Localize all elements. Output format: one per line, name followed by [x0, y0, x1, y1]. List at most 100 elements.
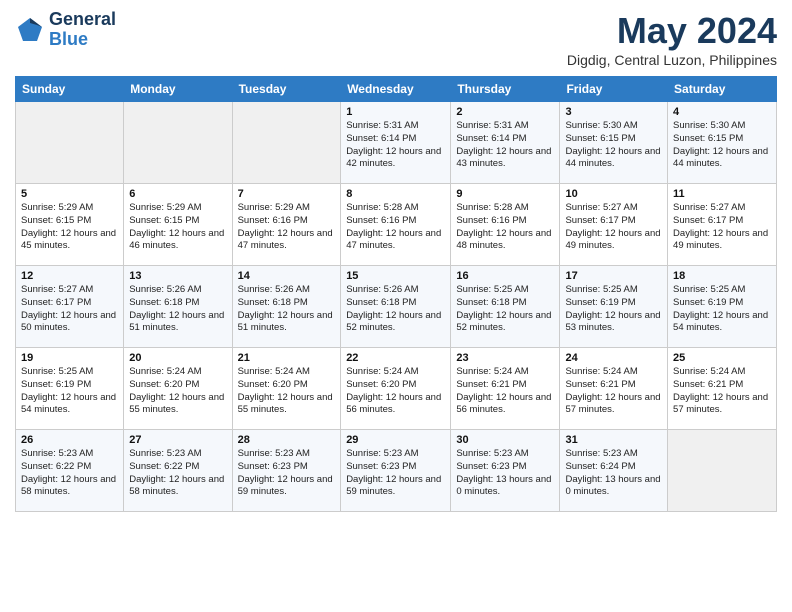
- day-number: 10: [565, 188, 662, 200]
- day-cell: 12 Sunrise: 5:27 AM Sunset: 6:17 PM Dayli…: [16, 266, 124, 348]
- day-header-row: SundayMondayTuesdayWednesdayThursdayFrid…: [16, 77, 777, 102]
- day-cell: 11Sunrise: 5:27 AM Sunset: 6:17 PM Dayli…: [668, 184, 777, 266]
- col-header-monday: Monday: [124, 77, 232, 102]
- day-number: 21: [238, 352, 336, 364]
- col-header-tuesday: Tuesday: [232, 77, 341, 102]
- day-number: 30: [456, 434, 554, 446]
- day-number: 3: [565, 106, 662, 118]
- day-cell: 16 Sunrise: 5:25 AM Sunset: 6:18 PM Dayli…: [451, 266, 560, 348]
- day-number: 6: [129, 188, 226, 200]
- day-info: Sunrise: 5:27 AM Sunset: 6:17 PM Dayligh…: [21, 284, 118, 335]
- day-info: Sunrise: 5:29 AM Sunset: 6:15 PM Dayligh…: [21, 202, 118, 253]
- col-header-wednesday: Wednesday: [341, 77, 451, 102]
- week-row-3: 12 Sunrise: 5:27 AM Sunset: 6:17 PM Dayli…: [16, 266, 777, 348]
- day-info: Sunrise: 5:29 AM Sunset: 6:15 PM Dayligh…: [129, 202, 226, 253]
- day-cell: 6 Sunrise: 5:29 AM Sunset: 6:15 PM Daylig…: [124, 184, 232, 266]
- day-info: Sunrise: 5:24 AM Sunset: 6:21 PM Dayligh…: [565, 366, 662, 417]
- day-number: 13: [129, 270, 226, 282]
- day-info: Sunrise: 5:25 AM Sunset: 6:18 PM Dayligh…: [456, 284, 554, 335]
- day-number: 14: [238, 270, 336, 282]
- day-info: Sunrise: 5:25 AM Sunset: 6:19 PM Dayligh…: [673, 284, 771, 335]
- title-block: May 2024 Digdig, Central Luzon, Philippi…: [567, 10, 777, 68]
- calendar-table: SundayMondayTuesdayWednesdayThursdayFrid…: [15, 76, 777, 512]
- day-cell: 28 Sunrise: 5:23 AM Sunset: 6:23 PM Dayli…: [232, 430, 341, 512]
- col-header-friday: Friday: [560, 77, 668, 102]
- day-info: Sunrise: 5:25 AM Sunset: 6:19 PM Dayligh…: [21, 366, 118, 417]
- day-number: 27: [129, 434, 226, 446]
- day-info: Sunrise: 5:23 AM Sunset: 6:24 PM Dayligh…: [565, 448, 662, 499]
- day-number: 16: [456, 270, 554, 282]
- day-info: Sunrise: 5:30 AM Sunset: 6:15 PM Dayligh…: [673, 120, 771, 171]
- day-info: Sunrise: 5:29 AM Sunset: 6:16 PM Dayligh…: [238, 202, 336, 253]
- main-title: May 2024: [567, 10, 777, 52]
- day-cell: 19Sunrise: 5:25 AM Sunset: 6:19 PM Dayli…: [16, 348, 124, 430]
- day-cell: 29 Sunrise: 5:23 AM Sunset: 6:23 PM Dayli…: [341, 430, 451, 512]
- day-info: Sunrise: 5:24 AM Sunset: 6:20 PM Dayligh…: [346, 366, 445, 417]
- day-cell: 15 Sunrise: 5:26 AM Sunset: 6:18 PM Dayli…: [341, 266, 451, 348]
- day-info: Sunrise: 5:24 AM Sunset: 6:21 PM Dayligh…: [456, 366, 554, 417]
- logo-blue-text: Blue: [49, 30, 116, 50]
- day-cell: [668, 430, 777, 512]
- day-cell: 20Sunrise: 5:24 AM Sunset: 6:20 PM Dayli…: [124, 348, 232, 430]
- day-number: 9: [456, 188, 554, 200]
- day-number: 22: [346, 352, 445, 364]
- day-info: Sunrise: 5:23 AM Sunset: 6:23 PM Dayligh…: [346, 448, 445, 499]
- day-number: 25: [673, 352, 771, 364]
- day-cell: 8Sunrise: 5:28 AM Sunset: 6:16 PM Daylig…: [341, 184, 451, 266]
- day-info: Sunrise: 5:23 AM Sunset: 6:23 PM Dayligh…: [456, 448, 554, 499]
- day-cell: 18 Sunrise: 5:25 AM Sunset: 6:19 PM Dayli…: [668, 266, 777, 348]
- page: General Blue May 2024 Digdig, Central Lu…: [0, 0, 792, 612]
- day-number: 24: [565, 352, 662, 364]
- day-info: Sunrise: 5:23 AM Sunset: 6:22 PM Dayligh…: [21, 448, 118, 499]
- logo-icon: [15, 15, 45, 45]
- day-cell: 13Sunrise: 5:26 AM Sunset: 6:18 PM Dayli…: [124, 266, 232, 348]
- day-number: 2: [456, 106, 554, 118]
- day-cell: 21 Sunrise: 5:24 AM Sunset: 6:20 PM Dayli…: [232, 348, 341, 430]
- col-header-saturday: Saturday: [668, 77, 777, 102]
- day-cell: 7 Sunrise: 5:29 AM Sunset: 6:16 PM Daylig…: [232, 184, 341, 266]
- day-cell: 10 Sunrise: 5:27 AM Sunset: 6:17 PM Dayli…: [560, 184, 668, 266]
- day-cell: 25Sunrise: 5:24 AM Sunset: 6:21 PM Dayli…: [668, 348, 777, 430]
- day-number: 4: [673, 106, 771, 118]
- day-number: 28: [238, 434, 336, 446]
- day-cell: 5 Sunrise: 5:29 AM Sunset: 6:15 PM Daylig…: [16, 184, 124, 266]
- day-number: 5: [21, 188, 118, 200]
- day-number: 20: [129, 352, 226, 364]
- col-header-thursday: Thursday: [451, 77, 560, 102]
- day-number: 11: [673, 188, 771, 200]
- logo-general-text: General: [49, 10, 116, 30]
- day-number: 26: [21, 434, 118, 446]
- day-number: 29: [346, 434, 445, 446]
- day-info: Sunrise: 5:24 AM Sunset: 6:20 PM Dayligh…: [238, 366, 336, 417]
- day-number: 12: [21, 270, 118, 282]
- day-cell: 2 Sunrise: 5:31 AM Sunset: 6:14 PM Daylig…: [451, 102, 560, 184]
- day-info: Sunrise: 5:27 AM Sunset: 6:17 PM Dayligh…: [565, 202, 662, 253]
- day-cell: 17Sunrise: 5:25 AM Sunset: 6:19 PM Dayli…: [560, 266, 668, 348]
- day-info: Sunrise: 5:23 AM Sunset: 6:23 PM Dayligh…: [238, 448, 336, 499]
- day-cell: 9Sunrise: 5:28 AM Sunset: 6:16 PM Daylig…: [451, 184, 560, 266]
- day-number: 18: [673, 270, 771, 282]
- day-number: 15: [346, 270, 445, 282]
- day-number: 23: [456, 352, 554, 364]
- day-number: 1: [346, 106, 445, 118]
- day-number: 8: [346, 188, 445, 200]
- day-info: Sunrise: 5:26 AM Sunset: 6:18 PM Dayligh…: [346, 284, 445, 335]
- day-cell: 1Sunrise: 5:31 AM Sunset: 6:14 PM Daylig…: [341, 102, 451, 184]
- day-cell: [16, 102, 124, 184]
- day-info: Sunrise: 5:26 AM Sunset: 6:18 PM Dayligh…: [238, 284, 336, 335]
- week-row-4: 19Sunrise: 5:25 AM Sunset: 6:19 PM Dayli…: [16, 348, 777, 430]
- week-row-2: 5 Sunrise: 5:29 AM Sunset: 6:15 PM Daylig…: [16, 184, 777, 266]
- day-cell: [232, 102, 341, 184]
- week-row-5: 26 Sunrise: 5:23 AM Sunset: 6:22 PM Dayli…: [16, 430, 777, 512]
- day-info: Sunrise: 5:31 AM Sunset: 6:14 PM Dayligh…: [456, 120, 554, 171]
- day-cell: 3Sunrise: 5:30 AM Sunset: 6:15 PM Daylig…: [560, 102, 668, 184]
- day-number: 7: [238, 188, 336, 200]
- day-cell: 24 Sunrise: 5:24 AM Sunset: 6:21 PM Dayli…: [560, 348, 668, 430]
- day-info: Sunrise: 5:23 AM Sunset: 6:22 PM Dayligh…: [129, 448, 226, 499]
- day-cell: 23 Sunrise: 5:24 AM Sunset: 6:21 PM Dayli…: [451, 348, 560, 430]
- week-row-1: 1 Sunrise: 5:31 AM Sunset: 6:14 PM Daylig…: [16, 102, 777, 184]
- header: General Blue May 2024 Digdig, Central Lu…: [15, 10, 777, 68]
- day-cell: [124, 102, 232, 184]
- logo-text: General Blue: [49, 10, 116, 50]
- logo: General Blue: [15, 10, 116, 50]
